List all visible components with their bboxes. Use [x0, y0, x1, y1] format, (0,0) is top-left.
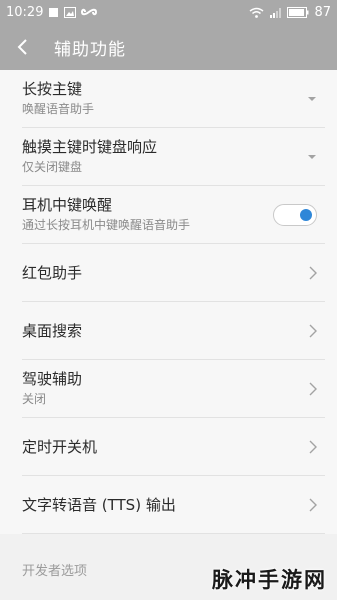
setting-title: 触摸主键时键盘响应	[22, 138, 158, 156]
developer-options-section-label: 开发者选项	[22, 564, 88, 579]
setting-home-touch-keyboard[interactable]: 触摸主键时键盘响应 仅关闭键盘	[22, 128, 325, 186]
setting-title: 驾驶辅助	[22, 370, 83, 388]
status-left: 10:29	[6, 4, 98, 20]
toggle-knob	[300, 208, 312, 221]
status-time: 10:29	[6, 4, 44, 20]
chevron-right-icon	[309, 498, 317, 512]
headset-wake-toggle-wrap	[273, 203, 317, 226]
infinity-icon	[81, 7, 98, 17]
image-icon	[64, 6, 77, 18]
battery-icon	[287, 6, 309, 18]
status-right: 87	[249, 5, 331, 20]
setting-red-packet-helper[interactable]: 红包助手	[22, 244, 325, 302]
setting-headset-wake: 耳机中键唤醒 通过长按耳机中键唤醒语音助手	[22, 186, 325, 244]
setting-title: 定时开关机	[22, 437, 98, 456]
setting-title: 耳机中键唤醒	[22, 196, 113, 214]
setting-long-press-home[interactable]: 长按主键 唤醒语音助手	[22, 70, 325, 128]
chevron-right-icon	[309, 382, 317, 396]
settings-list: 长按主键 唤醒语音助手 触摸主键时键盘响应 仅关闭键盘 耳机中键唤醒 通过长按耳…	[0, 70, 337, 534]
status-bar: 10:29 87	[0, 0, 337, 24]
battery-level: 87	[314, 4, 331, 20]
chevron-left-icon	[17, 39, 27, 55]
signal-icon	[269, 7, 282, 18]
setting-scheduled-power[interactable]: 定时开关机	[22, 418, 325, 476]
dropdown-arrow-icon	[307, 96, 317, 102]
page-title: 辅助功能	[54, 39, 126, 60]
chevron-right-icon	[309, 440, 317, 454]
setting-tts-output[interactable]: 文字转语音 (TTS) 输出	[22, 476, 325, 534]
wifi-icon	[249, 7, 264, 18]
headset-wake-toggle[interactable]	[273, 203, 317, 226]
setting-subtitle: 关闭	[22, 392, 47, 406]
setting-title: 红包助手	[22, 263, 83, 282]
setting-subtitle: 通过长按耳机中键唤醒语音助手	[22, 218, 191, 232]
setting-title: 桌面搜索	[22, 321, 83, 340]
setting-title: 文字转语音 (TTS) 输出	[22, 495, 176, 514]
setting-driving-assist[interactable]: 驾驶辅助 关闭	[22, 360, 325, 418]
back-button[interactable]	[16, 35, 40, 59]
setting-subtitle: 唤醒语音助手	[22, 102, 95, 116]
setting-subtitle: 仅关闭键盘	[22, 160, 83, 174]
app-header: 辅助功能	[0, 24, 337, 70]
notification-square-icon	[48, 7, 59, 18]
chevron-right-icon	[309, 324, 317, 338]
setting-title: 长按主键	[22, 80, 83, 98]
watermark-text: 脉冲手游网	[212, 568, 327, 592]
chevron-right-icon	[309, 266, 317, 280]
dropdown-arrow-icon	[307, 154, 317, 160]
setting-desktop-search[interactable]: 桌面搜索	[22, 302, 325, 360]
